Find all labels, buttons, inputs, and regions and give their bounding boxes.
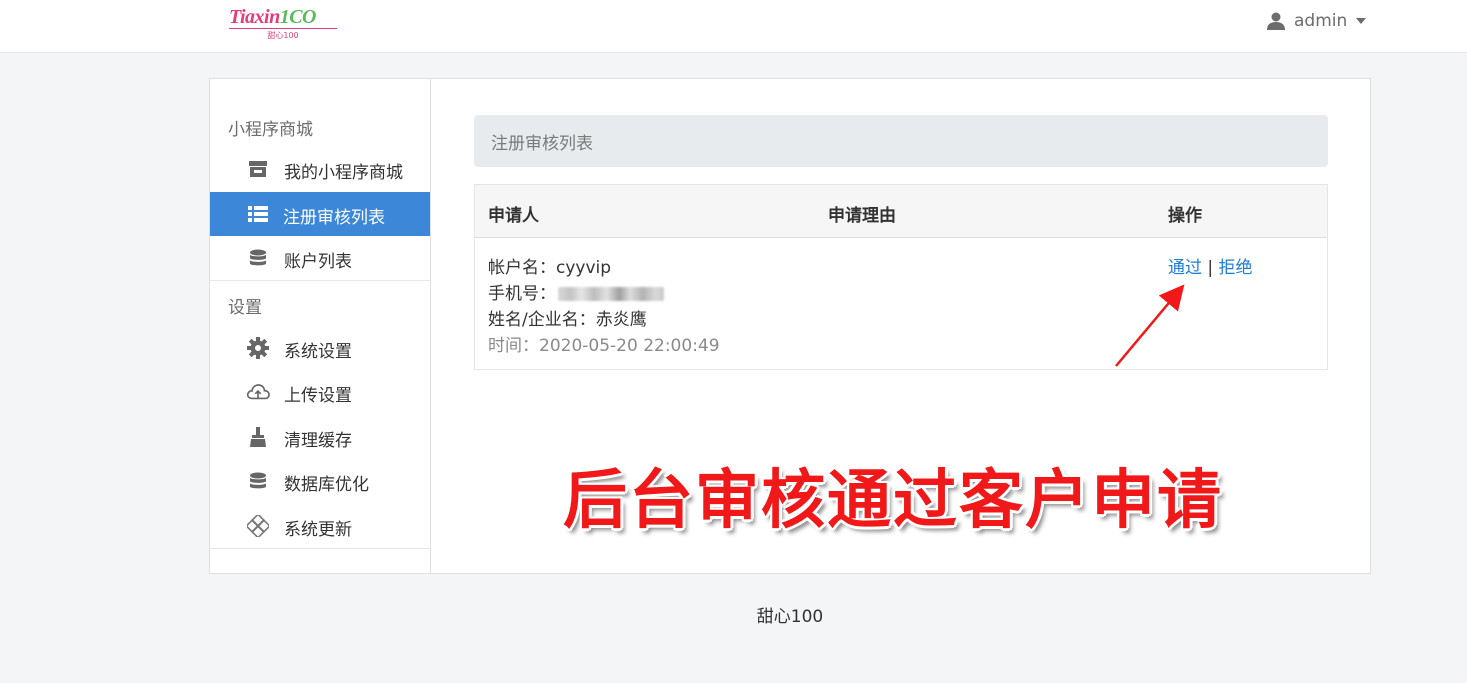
sidebar-item-clear-cache[interactable]: 清理缓存	[210, 415, 430, 459]
sidebar-item-label: 账户列表	[284, 252, 352, 272]
applicant-phone: 手机号：	[488, 279, 664, 304]
sidebar-item-registration-review[interactable]: 注册审核列表	[210, 192, 430, 236]
column-header-reason: 申请理由	[828, 206, 896, 226]
sidebar-item-db-optimize[interactable]: 数据库优化	[210, 459, 430, 503]
gear-icon	[246, 337, 270, 359]
applicant-time: 时间：2020-05-20 22:00:49	[488, 336, 720, 356]
sidebar-item-label: 上传设置	[284, 386, 352, 406]
sidebar-item-label: 清理缓存	[284, 431, 352, 451]
logo-subtitle: 甜心100	[229, 28, 337, 41]
user-icon	[1266, 11, 1286, 31]
applicant-name: 姓名/企业名：赤炎鹰	[488, 310, 647, 330]
user-menu-dropdown[interactable]: admin	[1266, 10, 1367, 32]
sidebar-group-mall: 小程序商城	[228, 120, 313, 140]
annotation-text: 后台审核通过客户申请	[563, 464, 1223, 538]
sidebar-item-label: 我的小程序商城	[284, 163, 403, 183]
sidebar-divider	[210, 280, 430, 281]
logo-text: Tiaxin1CO	[229, 6, 317, 28]
brand-logo[interactable]: Tiaxin1CO 甜心100	[229, 6, 341, 42]
database-icon	[246, 471, 270, 491]
sidebar-item-system-settings[interactable]: 系统设置	[210, 326, 430, 370]
update-icon	[246, 515, 270, 537]
column-header-applicant: 申请人	[488, 206, 539, 226]
sidebar-item-label: 系统更新	[284, 520, 352, 540]
top-navbar: Tiaxin1CO 甜心100 admin	[0, 0, 1467, 53]
phone-redacted	[558, 287, 664, 301]
sidebar-item-label: 系统设置	[284, 342, 352, 362]
applicant-account: 帐户名：cyyvip	[488, 258, 612, 278]
sidebar-item-system-update[interactable]: 系统更新	[210, 504, 430, 548]
sidebar-item-label: 数据库优化	[284, 475, 369, 495]
user-name: admin	[1294, 11, 1348, 31]
phone-label: 手机号：	[488, 284, 556, 304]
approve-link[interactable]: 通过	[1168, 258, 1202, 278]
broom-icon	[246, 427, 270, 447]
cloud-upload-icon	[246, 382, 270, 402]
sidebar-item-label: 注册审核列表	[283, 208, 385, 228]
sidebar-group-settings: 设置	[228, 298, 262, 318]
table-header: 申请人 申请理由 操作	[475, 185, 1327, 238]
sidebar-item-accounts[interactable]: 账户列表	[210, 236, 430, 280]
sidebar-item-my-mall[interactable]: 我的小程序商城	[210, 147, 430, 191]
column-header-actions: 操作	[1168, 206, 1202, 226]
action-separator: |	[1207, 258, 1214, 278]
sidebar-item-upload-settings[interactable]: 上传设置	[210, 370, 430, 414]
page-title: 注册审核列表	[474, 115, 1328, 167]
store-icon	[246, 159, 270, 179]
review-table: 申请人 申请理由 操作 帐户名：cyyvip 手机号： 姓名/企业名：赤炎鹰 时…	[474, 184, 1328, 370]
caret-down-icon	[1355, 17, 1367, 25]
row-actions: 通过 | 拒绝	[1168, 253, 1253, 278]
database-icon	[246, 248, 270, 268]
reject-link[interactable]: 拒绝	[1219, 258, 1253, 278]
sidebar-divider	[210, 548, 430, 549]
list-icon	[246, 204, 270, 224]
sidebar: 小程序商城 我的小程序商城 注册审核列表 账户列表 设置 系统设置 上传设置 清…	[210, 79, 431, 573]
footer-text: 甜心100	[756, 607, 824, 627]
